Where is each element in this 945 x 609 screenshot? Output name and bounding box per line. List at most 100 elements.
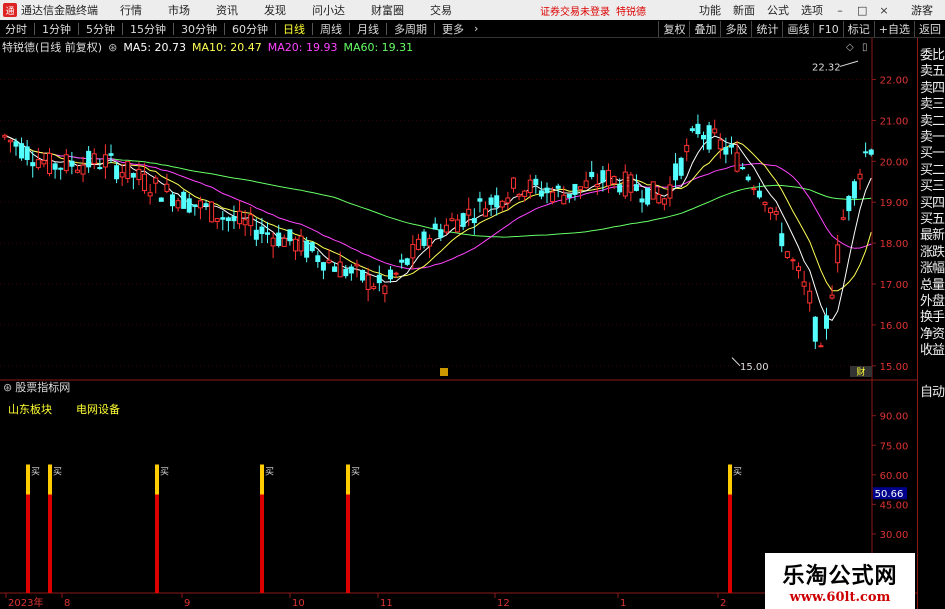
candle-body xyxy=(762,201,768,206)
tool-back[interactable]: 返回 xyxy=(914,21,945,37)
period-multi[interactable]: 多周期 xyxy=(393,21,428,37)
menu-news[interactable]: 资讯 xyxy=(216,2,238,18)
sector-label: 山东板块 xyxy=(8,403,52,416)
settings-icon[interactable]: ⊛ xyxy=(3,381,12,394)
side-tab-0[interactable]: 委比 xyxy=(918,48,945,64)
period-monthly[interactable]: 月线 xyxy=(356,21,380,37)
candle-body xyxy=(281,237,287,247)
side-tab-15[interactable]: 外盘 xyxy=(918,294,945,310)
candle-body xyxy=(578,186,584,190)
side-tab-10[interactable]: 买五 xyxy=(918,212,945,228)
candle-body xyxy=(164,183,170,192)
side-tab-4[interactable]: 卖二 xyxy=(918,114,945,130)
menu-market[interactable]: 市场 xyxy=(168,2,190,18)
candle-body xyxy=(387,269,393,280)
candle-body xyxy=(544,187,550,194)
candle-body xyxy=(404,258,410,265)
candle-body xyxy=(807,290,813,304)
indicator-name[interactable]: 股票指标网 xyxy=(15,379,70,395)
candle-body xyxy=(192,204,198,207)
menu-function[interactable]: 功能 xyxy=(699,2,721,18)
signal-label: 买 xyxy=(53,467,62,478)
tool-mark[interactable]: 标记 xyxy=(842,21,874,37)
side-tab-7[interactable]: 买二 xyxy=(918,163,945,179)
candle-body xyxy=(600,170,606,183)
candle-body xyxy=(605,169,611,187)
tool-draw[interactable]: 画线 xyxy=(782,21,813,37)
period-60min[interactable]: 60分钟 xyxy=(231,21,269,37)
candle-body xyxy=(494,195,500,208)
right-side-panel: 委比 卖五 卖四 卖三 卖二 卖一 买一 买二 买三 买四 买五 最新 涨跌 涨幅 总量 外盘 换手 净资 收益自动 xyxy=(917,38,945,609)
sector-info: 山东板块 电网设备 xyxy=(8,401,120,417)
minimize-icon[interactable]: – xyxy=(835,4,845,17)
watermark-title: 乐淘公式网 xyxy=(782,562,898,589)
tool-add-watchlist[interactable]: +自选 xyxy=(873,21,914,37)
side-tab-18[interactable]: 收益 xyxy=(918,343,945,359)
side-tab-9[interactable]: 买四 xyxy=(918,196,945,212)
login-notice[interactable]: 证券交易未登录 xyxy=(540,3,610,18)
tool-overlay[interactable]: 叠加 xyxy=(689,21,720,37)
candle-body xyxy=(633,184,639,191)
side-tab-16[interactable]: 换手 xyxy=(918,310,945,326)
menu-quotes[interactable]: 行情 xyxy=(120,2,142,18)
candle-body xyxy=(483,208,489,217)
tool-multi-stock[interactable]: 多股 xyxy=(720,21,751,37)
menu-wealth[interactable]: 财富圈 xyxy=(371,2,404,18)
close-icon[interactable]: × xyxy=(879,4,889,17)
period-1min[interactable]: 1分钟 xyxy=(41,21,72,37)
menu-options[interactable]: 选项 xyxy=(801,2,823,18)
menu-discover[interactable]: 发现 xyxy=(264,2,286,18)
candle-body xyxy=(136,168,142,181)
x-label-0: 2023年 xyxy=(8,596,43,609)
candle-body xyxy=(684,144,690,153)
tool-stats[interactable]: 统计 xyxy=(751,21,782,37)
candle-body xyxy=(237,210,243,225)
side-tab-11[interactable]: 最新 xyxy=(918,228,945,244)
maximize-icon[interactable]: □ xyxy=(857,4,867,17)
signal-bar-top xyxy=(728,464,732,495)
side-tab-17[interactable]: 净资 xyxy=(918,327,945,343)
period-timeshare[interactable]: 分时 xyxy=(4,21,28,37)
side-tab-2[interactable]: 卖四 xyxy=(918,81,945,97)
guest-user[interactable]: 游客 xyxy=(911,2,933,18)
side-tab-1[interactable]: 卖五 xyxy=(918,64,945,80)
period-weekly[interactable]: 周线 xyxy=(319,21,343,37)
menu-formula[interactable]: 公式 xyxy=(767,2,789,18)
side-tab-auto[interactable]: 自动 xyxy=(918,385,945,401)
side-tab-3[interactable]: 卖三 xyxy=(918,97,945,113)
menu-new-page[interactable]: 新面 xyxy=(733,2,755,18)
tool-adjust[interactable]: 复权 xyxy=(658,21,689,37)
signal-bar-top xyxy=(26,464,30,495)
side-tab-6[interactable]: 买一 xyxy=(918,146,945,162)
candle-body xyxy=(751,188,757,191)
candle-body xyxy=(354,263,360,267)
side-tab-8[interactable]: 买三 xyxy=(918,179,945,195)
chevron-right-icon[interactable]: › xyxy=(473,22,479,35)
side-tab-12[interactable]: 涨跌 xyxy=(918,245,945,261)
settings-icon[interactable]: ⊛ xyxy=(108,41,117,54)
period-daily[interactable]: 日线 xyxy=(282,21,306,37)
period-5min[interactable]: 5分钟 xyxy=(85,21,116,37)
tool-f10[interactable]: F10 xyxy=(813,22,842,36)
menu-trade[interactable]: 交易 xyxy=(430,2,452,18)
chart-area[interactable]: 22.00 21.00 20.00 19.00 18.00 17.00 16.00 15.00… xyxy=(0,38,917,609)
candle-body xyxy=(209,201,215,223)
candle-body xyxy=(253,229,259,240)
menu-ask[interactable]: 问小达 xyxy=(312,2,345,18)
candle-body xyxy=(7,139,13,143)
watermark-url: www.60lt.com xyxy=(789,589,891,605)
candle-body xyxy=(823,315,829,329)
candle-body xyxy=(35,159,41,169)
side-tab-13[interactable]: 涨幅 xyxy=(918,261,945,277)
x-label-3: 10 xyxy=(292,598,305,609)
side-tab-14[interactable]: 总量 xyxy=(918,278,945,294)
period-30min[interactable]: 30分钟 xyxy=(180,21,218,37)
price-tick-0: 22.00 xyxy=(880,76,909,87)
candle-body xyxy=(673,163,679,181)
period-15min[interactable]: 15分钟 xyxy=(129,21,167,37)
side-tab-5[interactable]: 卖一 xyxy=(918,130,945,146)
period-more[interactable]: 更多 xyxy=(441,21,465,37)
candle-body xyxy=(829,294,835,299)
candle-body xyxy=(86,150,92,168)
candle-body xyxy=(550,191,556,203)
